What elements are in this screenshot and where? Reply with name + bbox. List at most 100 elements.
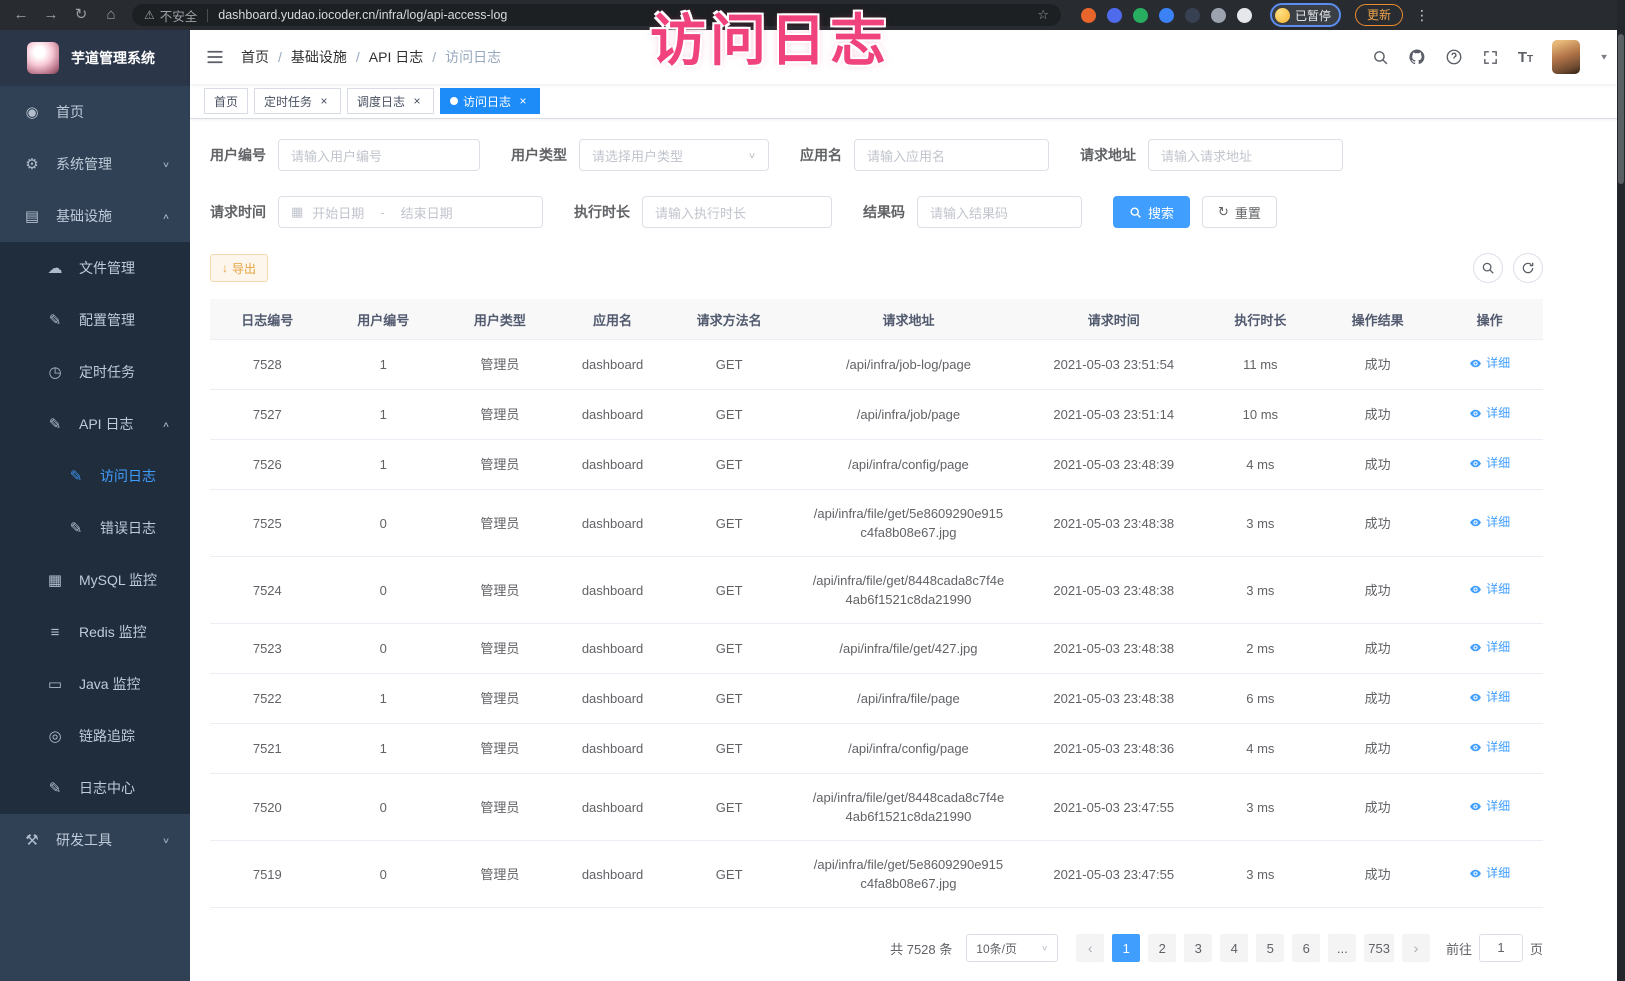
sidebar-item[interactable]: ✎日志中心 <box>0 762 190 814</box>
browser-home-icon[interactable]: ⌂ <box>98 0 124 30</box>
filter-input[interactable]: 请输入执行时长 <box>642 196 832 228</box>
toggle-search-button[interactable] <box>1473 253 1503 283</box>
extension-icon[interactable] <box>1107 8 1122 23</box>
sidebar-item[interactable]: ✎访问日志 <box>0 450 190 502</box>
breadcrumb-item[interactable]: API 日志 <box>369 47 423 67</box>
profile-chip[interactable]: 已暂停 <box>1270 3 1341 27</box>
sidebar-item[interactable]: ⚙系统管理∨ <box>0 138 190 190</box>
extension-icon[interactable] <box>1237 8 1252 23</box>
detail-link[interactable]: 详细 <box>1469 638 1510 657</box>
export-button[interactable]: ↓ 导出 <box>210 254 268 282</box>
url-text[interactable]: dashboard.yudao.iocoder.cn/infra/log/api… <box>218 8 1037 22</box>
page-button[interactable]: 6 <box>1292 934 1320 962</box>
sidebar-item[interactable]: ✎API 日志∧ <box>0 398 190 450</box>
cell-url: /api/infra/file/get/8448cada8c7f4e4ab6f1… <box>791 774 1026 841</box>
date-range-picker[interactable]: ▦开始日期-结束日期 <box>278 196 543 228</box>
browser-menu-icon[interactable]: ⋮ <box>1415 7 1429 24</box>
prev-page-button[interactable]: ‹ <box>1076 934 1104 962</box>
detail-link-label: 详细 <box>1486 864 1510 883</box>
extension-icon[interactable] <box>1081 8 1096 23</box>
search-icon[interactable] <box>1372 49 1389 66</box>
sidebar-item[interactable]: ▦MySQL 监控 <box>0 554 190 606</box>
close-icon[interactable]: × <box>410 94 424 108</box>
sidebar-item[interactable]: ◉首页 <box>0 86 190 138</box>
tab-定时任务[interactable]: 定时任务× <box>254 88 341 114</box>
sidebar-item[interactable]: ✎配置管理 <box>0 294 190 346</box>
breadcrumb-item[interactable]: 首页 <box>241 47 269 67</box>
filter-select[interactable]: 请选择用户类型∨ <box>579 139 769 171</box>
reset-button[interactable]: ↻重置 <box>1202 196 1277 228</box>
avatar-caret-icon[interactable]: ▼ <box>1599 53 1609 62</box>
page-button[interactable]: 2 <box>1148 934 1176 962</box>
scrollbar-thumb[interactable] <box>1618 34 1624 184</box>
more-pages-button[interactable]: ... <box>1328 934 1356 962</box>
tab-首页[interactable]: 首页 <box>204 88 248 114</box>
fullscreen-icon[interactable] <box>1482 49 1499 66</box>
cell-result: 成功 <box>1319 340 1436 390</box>
chevron-down-icon: ∨ <box>162 159 170 168</box>
page-button[interactable]: 1 <box>1112 934 1140 962</box>
user-avatar[interactable] <box>1552 40 1580 74</box>
close-icon[interactable]: × <box>317 94 331 108</box>
detail-link[interactable]: 详细 <box>1469 797 1510 816</box>
extension-icon[interactable] <box>1159 8 1174 23</box>
page-button[interactable]: 5 <box>1256 934 1284 962</box>
detail-link[interactable]: 详细 <box>1469 738 1510 757</box>
detail-link[interactable]: 详细 <box>1469 513 1510 532</box>
browser-back-icon[interactable]: ← <box>8 0 34 30</box>
hamburger-icon[interactable] <box>206 48 224 66</box>
detail-link[interactable]: 详细 <box>1469 688 1510 707</box>
goto-page-input[interactable]: 1 <box>1479 934 1523 962</box>
logo[interactable]: 芋道管理系统 <box>0 30 190 86</box>
filter-input[interactable]: 请输入请求地址 <box>1148 139 1343 171</box>
refresh-button[interactable] <box>1513 253 1543 283</box>
screen: ← → ↻ ⌂ ⚠ 不安全 dashboard.yudao.iocoder.cn… <box>0 0 1625 981</box>
search-button[interactable]: 搜索 <box>1113 196 1190 228</box>
browser-scrollbar[interactable] <box>1617 0 1625 981</box>
browser-forward-icon[interactable]: → <box>38 0 64 30</box>
sidebar-item[interactable]: ▭Java 监控 <box>0 658 190 710</box>
page-button[interactable]: 753 <box>1364 934 1394 962</box>
cell-user_type: 管理员 <box>442 340 558 390</box>
sidebar-item[interactable]: ☁文件管理 <box>0 242 190 294</box>
filter-input[interactable]: 请输入结果码 <box>917 196 1082 228</box>
detail-link[interactable]: 详细 <box>1469 580 1510 599</box>
sidebar-item[interactable]: ✎错误日志 <box>0 502 190 554</box>
bookmark-star-icon[interactable]: ☆ <box>1037 7 1049 23</box>
page-button[interactable]: 3 <box>1184 934 1212 962</box>
sidebar-item[interactable]: ≡Redis 监控 <box>0 606 190 658</box>
page-size-select[interactable]: 10条/页 ∨ <box>966 934 1058 962</box>
extension-icon[interactable] <box>1185 8 1200 23</box>
close-icon[interactable]: × <box>516 94 530 108</box>
browser-reload-icon[interactable]: ↻ <box>68 0 94 30</box>
help-icon[interactable] <box>1445 48 1463 66</box>
detail-link[interactable]: 详细 <box>1469 864 1510 883</box>
table-row: 75221管理员dashboardGET/api/infra/file/page… <box>210 674 1543 724</box>
page-button[interactable]: 4 <box>1220 934 1248 962</box>
pagination-total: 共 7528 条 <box>890 939 952 958</box>
sidebar-item[interactable]: ⚒研发工具∨ <box>0 814 190 866</box>
tab-label: 首页 <box>214 93 238 110</box>
sidebar-item[interactable]: ▤基础设施∧ <box>0 190 190 242</box>
browser-update-button[interactable]: 更新 <box>1355 4 1403 26</box>
job-clock-icon: ◷ <box>44 363 66 381</box>
tab-访问日志[interactable]: 访问日志× <box>440 88 540 114</box>
tab-调度日志[interactable]: 调度日志× <box>347 88 434 114</box>
sidebar-item[interactable]: ◎链路追踪 <box>0 710 190 762</box>
font-size-icon[interactable]: TT <box>1518 49 1533 66</box>
cell-action: 详细 <box>1436 674 1543 724</box>
detail-link[interactable]: 详细 <box>1469 454 1510 473</box>
detail-link[interactable]: 详细 <box>1469 404 1510 423</box>
github-icon[interactable] <box>1408 48 1426 66</box>
filter-label: 结果码 <box>863 202 905 222</box>
detail-link[interactable]: 详细 <box>1469 354 1510 373</box>
next-page-button[interactable]: › <box>1402 934 1430 962</box>
address-bar[interactable]: ⚠ 不安全 dashboard.yudao.iocoder.cn/infra/l… <box>132 4 1061 26</box>
extension-icon[interactable] <box>1211 8 1226 23</box>
filter-input[interactable]: 请输入用户编号 <box>278 139 480 171</box>
filter-input[interactable]: 请输入应用名 <box>854 139 1049 171</box>
cell-time: 2021-05-03 23:48:38 <box>1026 624 1202 674</box>
extension-icon[interactable] <box>1133 8 1148 23</box>
sidebar-item[interactable]: ◷定时任务 <box>0 346 190 398</box>
breadcrumb-item[interactable]: 基础设施 <box>291 47 347 67</box>
